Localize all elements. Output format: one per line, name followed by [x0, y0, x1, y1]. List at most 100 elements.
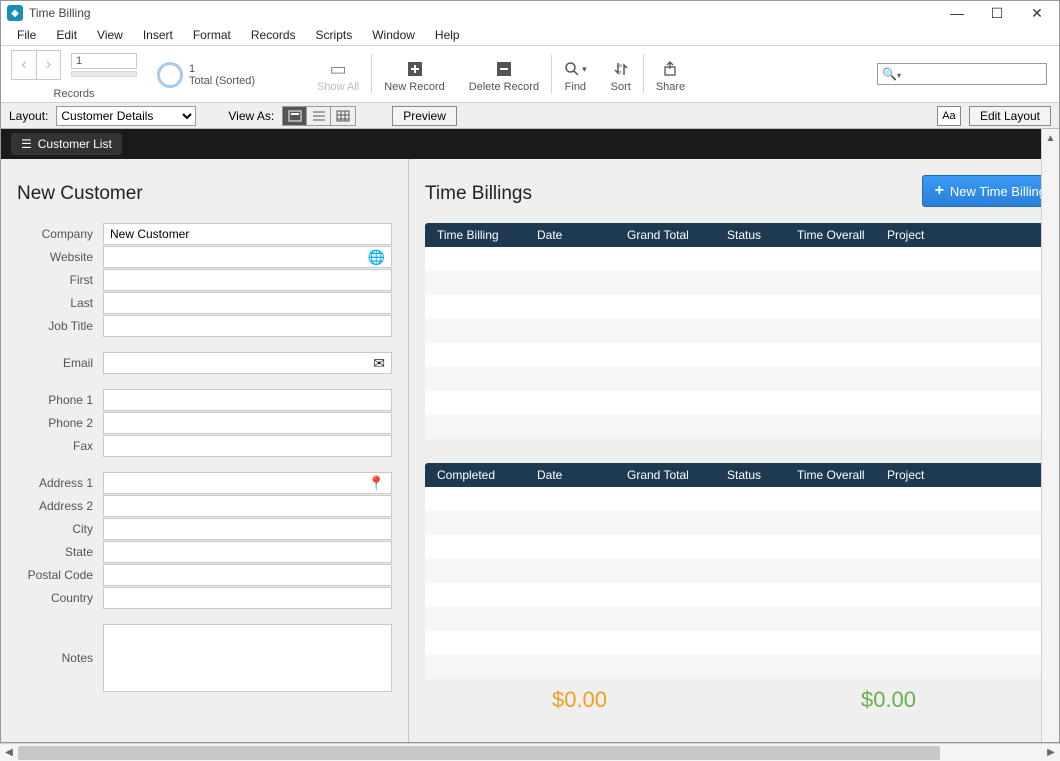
table-row[interactable] — [425, 607, 1043, 631]
new-record-button[interactable]: New Record — [372, 46, 457, 102]
col-timebilling: Time Billing — [429, 228, 529, 242]
mail-icon[interactable]: ✉ — [373, 355, 385, 372]
last-field[interactable] — [103, 292, 392, 314]
next-record-button[interactable]: › — [36, 51, 60, 79]
menu-records[interactable]: Records — [241, 26, 306, 44]
search-icon: 🔍▾ — [882, 67, 901, 81]
table-row[interactable] — [425, 247, 1043, 271]
sort-button[interactable]: az Sort — [599, 46, 643, 102]
share-button[interactable]: Share — [644, 46, 697, 102]
globe-icon[interactable]: 🌐 — [368, 249, 385, 266]
menu-format[interactable]: Format — [183, 26, 241, 44]
total-records-text: 1 Total (Sorted) — [189, 63, 255, 87]
menu-edit[interactable]: Edit — [46, 26, 87, 44]
table-row[interactable] — [425, 295, 1043, 319]
view-list-button[interactable] — [307, 107, 331, 125]
company-field[interactable]: New Customer — [103, 223, 392, 245]
search-input[interactable]: 🔍▾ — [877, 63, 1047, 85]
address1-field[interactable]: 📍 — [103, 472, 392, 494]
table-row[interactable] — [425, 415, 1043, 439]
phone2-field[interactable] — [103, 412, 392, 434]
table-row[interactable] — [425, 631, 1043, 655]
table-row[interactable] — [425, 535, 1043, 559]
city-field[interactable] — [103, 518, 392, 540]
country-field[interactable] — [103, 587, 392, 609]
table-row[interactable] — [425, 655, 1043, 679]
show-all-button[interactable]: ▭ Show All — [305, 46, 371, 102]
website-field[interactable]: 🌐 — [103, 246, 392, 268]
scroll-right-button[interactable]: ▶ — [1042, 744, 1060, 761]
email-label: Email — [17, 356, 103, 370]
postal-field[interactable] — [103, 564, 392, 586]
prev-record-button[interactable]: ‹ — [12, 51, 36, 79]
email-field[interactable]: ✉ — [103, 352, 392, 374]
menu-scripts[interactable]: Scripts — [306, 26, 363, 44]
close-button[interactable]: ✕ — [1017, 1, 1057, 25]
table-row[interactable] — [425, 391, 1043, 415]
notes-field[interactable] — [103, 624, 392, 692]
state-field[interactable] — [103, 541, 392, 563]
table-row[interactable] — [425, 559, 1043, 583]
jobtitle-field[interactable] — [103, 315, 392, 337]
first-field[interactable] — [103, 269, 392, 291]
font-size-button[interactable]: Aa — [937, 106, 961, 126]
phone1-field[interactable] — [103, 389, 392, 411]
menu-file[interactable]: File — [7, 26, 46, 44]
new-time-billing-button[interactable]: +New Time Billing — [922, 175, 1059, 207]
minimize-button[interactable]: — — [937, 1, 977, 25]
maximize-button[interactable]: ☐ — [977, 1, 1017, 25]
pie-chart-icon[interactable] — [157, 62, 183, 88]
svg-text:z: z — [619, 70, 622, 76]
col-timeoverall: Time Overall — [789, 228, 879, 242]
scroll-up-button[interactable]: ▲ — [1042, 129, 1059, 147]
totals-row: $0.00 $0.00 — [425, 679, 1043, 713]
menu-window[interactable]: Window — [362, 26, 425, 44]
record-slider[interactable] — [71, 71, 137, 77]
menu-insert[interactable]: Insert — [133, 26, 183, 44]
plus-icon — [407, 57, 423, 81]
map-pin-icon[interactable]: 📍 — [368, 475, 385, 492]
table-row[interactable] — [425, 367, 1043, 391]
phone1-label: Phone 1 — [17, 393, 103, 407]
billings-table-header: Time Billing Date Grand Total Status Tim… — [425, 223, 1043, 247]
nav-bar: ☰ Customer List — [1, 129, 1059, 159]
scroll-thumb[interactable] — [18, 746, 940, 760]
layout-label: Layout: — [9, 109, 48, 123]
view-table-button[interactable] — [331, 107, 355, 125]
scroll-left-button[interactable]: ◀ — [0, 744, 18, 761]
delete-record-button[interactable]: Delete Record — [457, 46, 551, 102]
table-row[interactable] — [425, 271, 1043, 295]
col-grandtotal: Grand Total — [619, 468, 719, 482]
table-row[interactable] — [425, 487, 1043, 511]
col-status: Status — [719, 228, 789, 242]
address2-field[interactable] — [103, 495, 392, 517]
jobtitle-label: Job Title — [17, 319, 103, 333]
fax-field[interactable] — [103, 435, 392, 457]
menu-help[interactable]: Help — [425, 26, 470, 44]
vertical-scrollbar[interactable]: ▲ — [1041, 129, 1059, 742]
records-label: Records — [54, 88, 95, 100]
pending-total: $0.00 — [552, 687, 607, 713]
find-button[interactable]: ▾ Find — [552, 46, 599, 102]
view-form-button[interactable] — [283, 107, 307, 125]
table-row[interactable] — [425, 319, 1043, 343]
layout-select[interactable]: Customer Details — [56, 106, 196, 126]
app-icon: ◆ — [7, 5, 23, 21]
table-row[interactable] — [425, 343, 1043, 367]
window-title: Time Billing — [29, 6, 91, 20]
list-icon: ☰ — [21, 137, 32, 151]
menu-view[interactable]: View — [87, 26, 133, 44]
table-row[interactable] — [425, 583, 1043, 607]
notes-label: Notes — [17, 651, 103, 665]
customer-form-panel: New Customer CompanyNew Customer Website… — [1, 159, 409, 742]
address2-label: Address 2 — [17, 499, 103, 513]
viewas-label: View As: — [228, 109, 274, 123]
horizontal-scrollbar[interactable]: ◀ ▶ — [0, 743, 1060, 761]
preview-button[interactable]: Preview — [392, 106, 457, 126]
current-record-field[interactable]: 1 — [71, 53, 137, 69]
menu-bar: File Edit View Insert Format Records Scr… — [1, 25, 1059, 45]
customer-list-button[interactable]: ☰ Customer List — [11, 133, 122, 155]
edit-layout-button[interactable]: Edit Layout — [969, 106, 1051, 126]
table-row[interactable] — [425, 511, 1043, 535]
col-status: Status — [719, 468, 789, 482]
